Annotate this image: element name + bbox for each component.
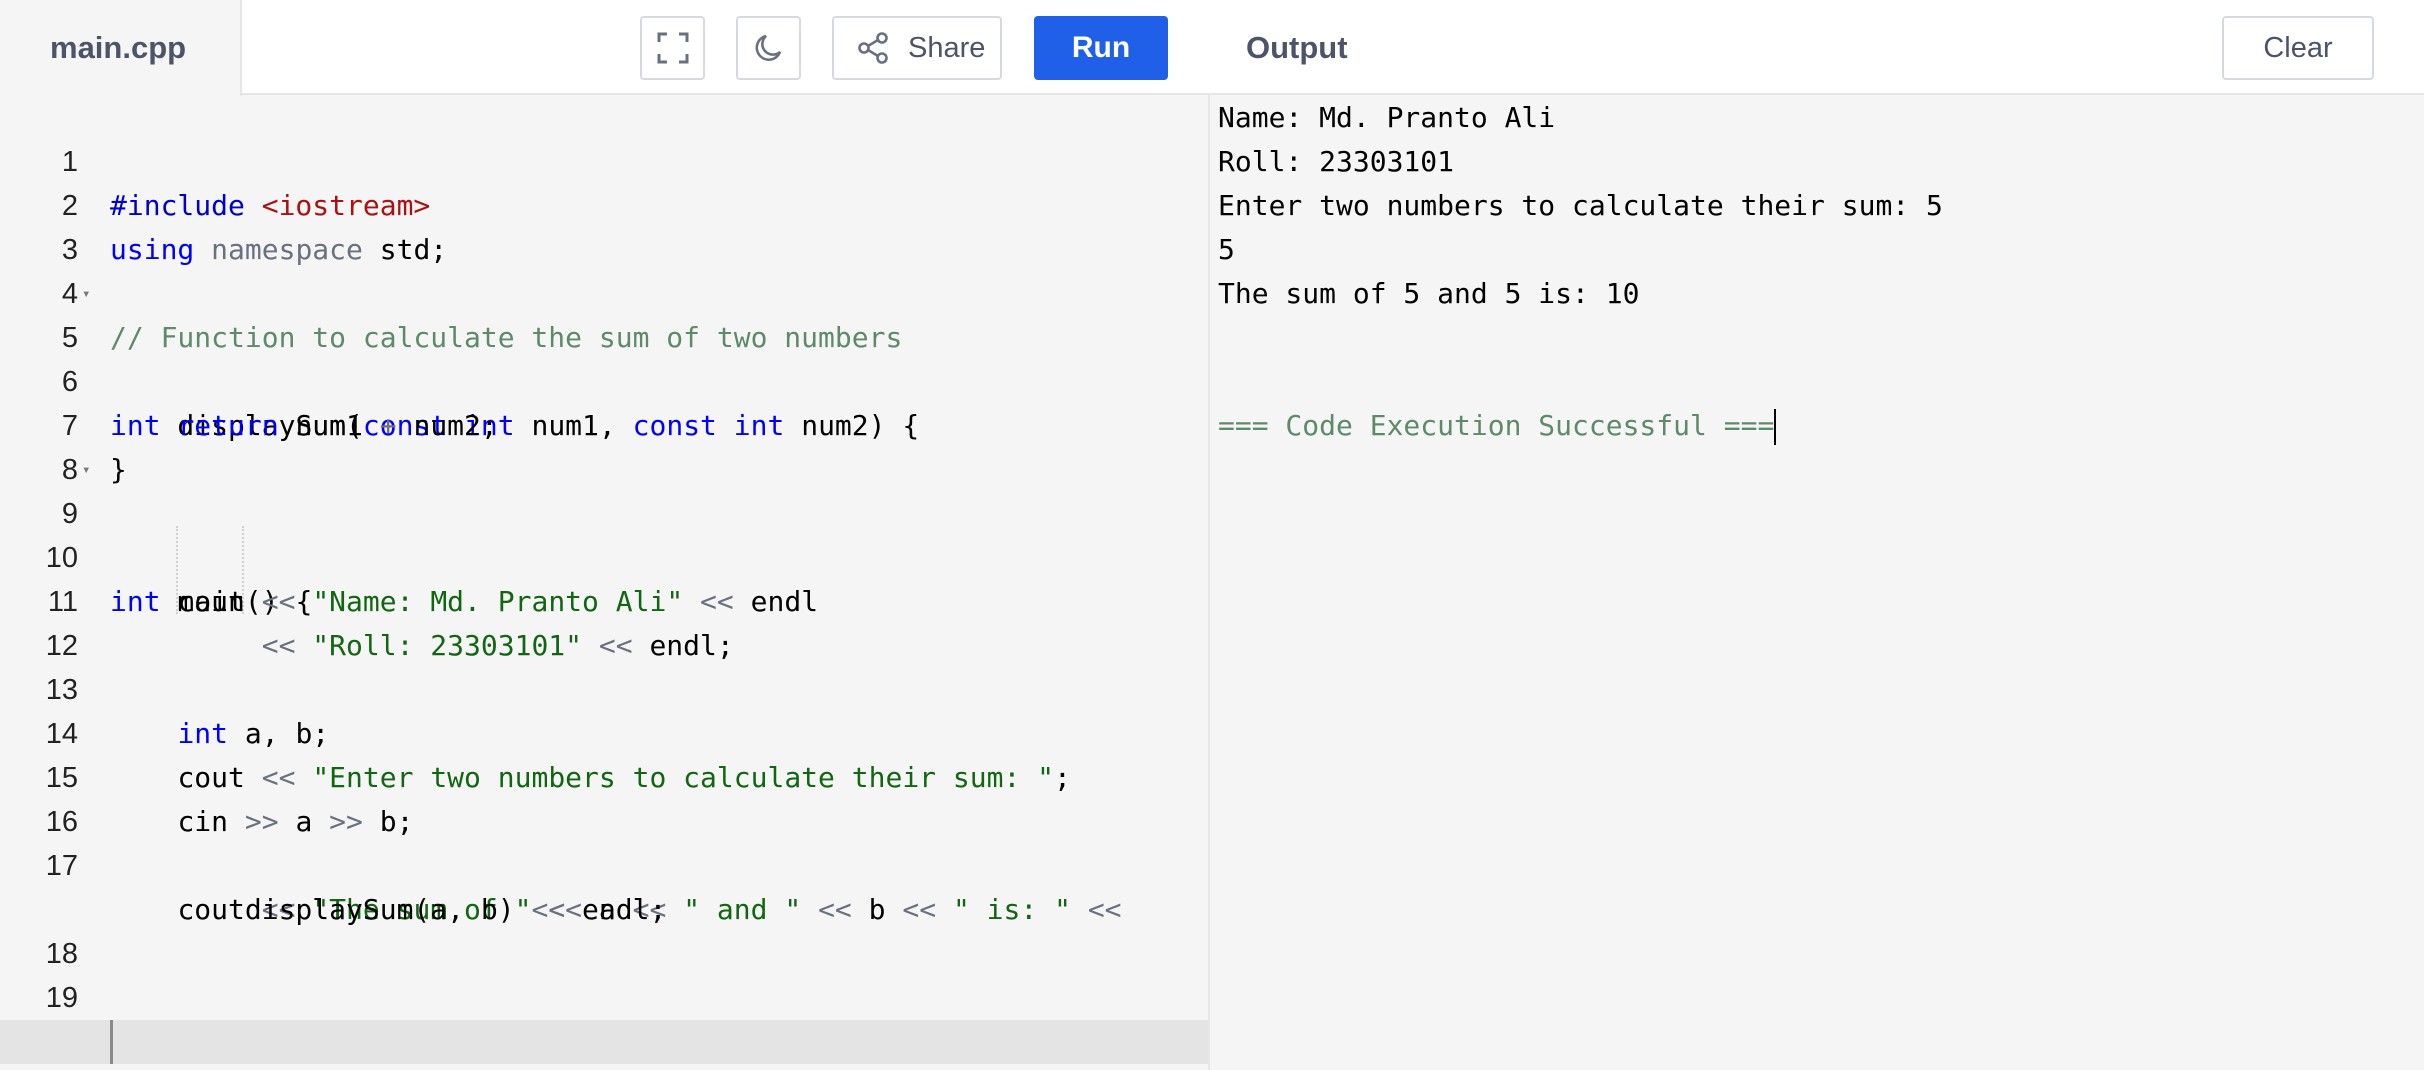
output-line: The sum of 5 and 5 is: 10 <box>1218 277 1640 310</box>
execution-status: === Code Execution Successful === <box>1218 404 2408 448</box>
editor-toolbar: main.cpp Share Run <box>0 0 1210 96</box>
code-line: 20 } <box>0 976 1208 1070</box>
line-number: 21 <box>0 1064 78 1070</box>
console-caret <box>1774 409 1777 445</box>
run-button[interactable]: Run <box>1034 16 1168 80</box>
fullscreen-button[interactable] <box>640 16 705 80</box>
code-line: 7 } <box>0 360 1208 486</box>
theme-toggle-button[interactable] <box>736 16 801 80</box>
code-line: 10 cout << "Name: Md. Pranto Ali" << end… <box>0 492 1208 618</box>
code-line: 13 int a, b; <box>0 624 1208 750</box>
output-console[interactable]: Name: Md. Pranto Ali Roll: 23303101 Ente… <box>1218 96 2408 448</box>
output-line: Roll: 23303101 <box>1218 145 1455 178</box>
code-line: 16 <box>0 756 1208 838</box>
code-line: 17 cout << "The sum of " << a << " and "… <box>0 800 1208 926</box>
code-line: 8 <box>0 404 1208 486</box>
output-title: Output <box>1246 30 1348 65</box>
output-pane: Output Clear Name: Md. Pranto Ali Roll: … <box>1210 0 2424 1070</box>
code-line: 9 ▾ int main() { <box>0 448 1208 618</box>
code-line: 4 // Function to calculate the sum of tw… <box>0 228 1208 354</box>
code-line: 1 #include <iostream> <box>0 96 1208 222</box>
code-line-wrap: displaySum(a, b) << endl; <box>244 893 667 926</box>
editor-pane: main.cpp Share Run 1 #include <iostream>… <box>0 0 1210 1070</box>
text-cursor <box>110 1020 113 1064</box>
code-line: 2 using namespace std; <box>0 140 1208 266</box>
output-line: Enter two numbers to calculate their sum… <box>1218 189 1943 222</box>
code-editor[interactable]: 1 #include <iostream> 2 using namespace … <box>0 96 1208 1070</box>
code-line: 5 ▾ int displaySum(const int num1, const… <box>0 272 1208 442</box>
share-button[interactable]: Share <box>832 16 1002 80</box>
output-line: Name: Md. Pranto Ali <box>1218 101 1556 134</box>
code-line: 19 return 0; <box>0 932 1208 1058</box>
code-line: 18 <box>0 888 1208 970</box>
fold-arrow-icon[interactable]: ▾ <box>82 272 96 316</box>
fullscreen-icon <box>657 32 688 64</box>
code-line: 11 << "Roll: 23303101" << endl; <box>0 536 1208 662</box>
output-line: 5 <box>1218 233 1235 266</box>
file-tab-main-cpp[interactable]: main.cpp <box>0 0 242 96</box>
clear-button[interactable]: Clear <box>2222 16 2374 80</box>
moon-icon <box>755 34 781 61</box>
code-line: 14 cout << "Enter two numbers to calcula… <box>0 668 1208 794</box>
code-line-active: 21 <box>0 1020 1208 1064</box>
output-toolbar: Output Clear <box>1210 0 2424 95</box>
code-line: 15 cin >> a >> b; <box>0 712 1208 838</box>
share-icon <box>858 32 888 64</box>
code-line: 12 <box>0 580 1208 662</box>
code-line: 3 <box>0 184 1208 266</box>
fold-arrow-icon[interactable]: ▾ <box>82 448 96 492</box>
code-line: 6 return num1 + num2; <box>0 316 1208 442</box>
share-label: Share <box>908 31 986 64</box>
